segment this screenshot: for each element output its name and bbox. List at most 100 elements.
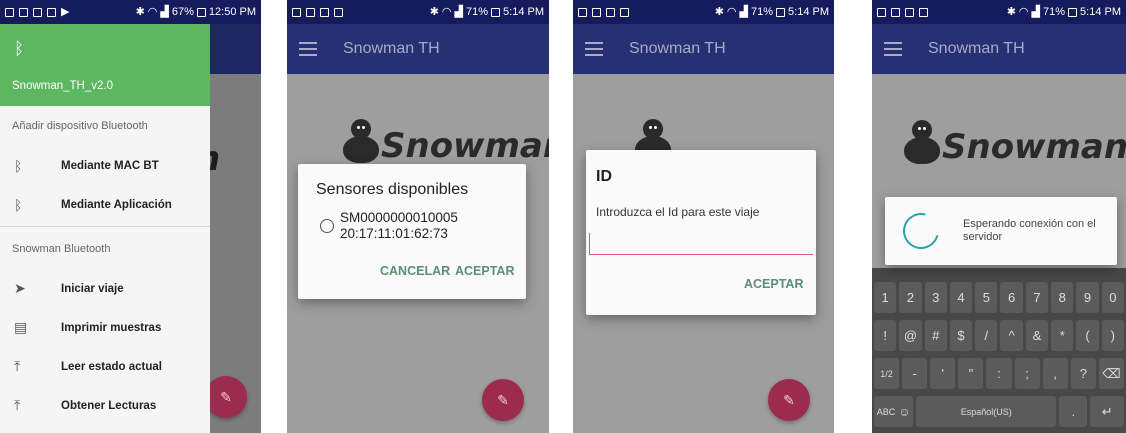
backspace-icon[interactable]: ⌫ — [1098, 358, 1124, 389]
menu-icon[interactable] — [585, 42, 603, 56]
key[interactable]: 2 — [899, 282, 922, 313]
drawer-item-app[interactable]: ᛒ Mediante Aplicación — [0, 185, 210, 224]
status-bar: ▶ ✱ ◠ ▟ 67% 12:50 PM — [0, 0, 261, 24]
sensor-option[interactable]: SM0000000010005 20:17:11:01:62:73 — [320, 210, 458, 242]
drawer-item-label: Obtener Lecturas — [61, 399, 157, 412]
key-abc[interactable]: ABC ☺ — [874, 396, 914, 427]
battery-icon — [196, 7, 206, 17]
screen-sensor-dialog: ✱ ◠ ▟ 71% 5:14 PM Snowman TH Snowman ✎ S… — [287, 0, 549, 433]
drawer-header: ᛒ Snowman_TH_v2.0 — [0, 24, 210, 106]
keyboard: 1 2 3 4 5 6 7 8 9 0 ! @ # $ / ^ & * ( ) … — [872, 268, 1126, 433]
app-bar: Snowman TH — [872, 24, 1126, 74]
wrench-icon: ✎ — [783, 391, 795, 408]
key[interactable]: @ — [899, 320, 922, 351]
key[interactable]: ( — [1076, 320, 1099, 351]
fab-button[interactable]: ✎ — [768, 379, 810, 421]
key[interactable]: ) — [1101, 320, 1124, 351]
trip-id-input[interactable] — [589, 233, 813, 255]
menu-icon[interactable] — [884, 42, 902, 56]
notification-icon — [19, 7, 28, 17]
dialog-title: Sensores disponibles — [316, 181, 469, 198]
drawer-item-label: Mediante Aplicación — [61, 198, 172, 211]
accept-button[interactable]: ACEPTAR — [455, 264, 515, 278]
key[interactable]: , — [1042, 358, 1068, 389]
snowman-icon — [904, 120, 940, 164]
play-icon: ▶ — [61, 5, 70, 18]
sensors-dialog: Sensores disponibles SM0000000010005 20:… — [298, 164, 526, 299]
progress-message: Esperando conexión con el servidor — [963, 218, 1096, 243]
key[interactable]: ^ — [1000, 320, 1023, 351]
image-icon — [620, 7, 629, 17]
menu-icon[interactable] — [299, 42, 317, 56]
fab-button[interactable]: ✎ — [482, 379, 524, 421]
key[interactable]: $ — [949, 320, 973, 351]
battery-icon — [1068, 7, 1078, 17]
drawer-item-read-state[interactable]: ⤒ Leer estado actual — [0, 347, 210, 386]
screen-id-dialog: ✱ ◠ ▟ 71% 5:14 PM Snowman TH ✎ ID Introd… — [573, 0, 834, 433]
logo-text: Snowman — [942, 127, 1126, 167]
wifi-icon: ◠ — [1018, 5, 1029, 18]
key[interactable]: / — [975, 320, 998, 351]
enter-icon[interactable]: ↵ — [1090, 396, 1124, 427]
battery-icon — [776, 7, 786, 17]
key[interactable]: 0 — [1101, 282, 1124, 313]
battery-icon — [491, 7, 501, 17]
battery-level: 71% — [1043, 6, 1066, 18]
notification-icon — [292, 7, 301, 17]
key[interactable]: 5 — [975, 282, 998, 313]
radio-button[interactable] — [320, 219, 334, 233]
key-page[interactable]: 1/2 — [874, 358, 900, 389]
key[interactable]: 9 — [1076, 282, 1099, 313]
key[interactable]: & — [1025, 320, 1049, 351]
accept-button[interactable]: ACEPTAR — [744, 277, 804, 291]
drawer-item-label: Leer estado actual — [61, 360, 162, 373]
status-bar: ✱ ◠ ▟ 71% 5:14 PM — [573, 0, 834, 24]
key[interactable]: " — [958, 358, 984, 389]
bluetooth-icon: ✱ — [714, 5, 724, 18]
key[interactable]: : — [986, 358, 1012, 389]
keyboard-row-4: ABC ☺ Español(US) . ↵ — [874, 396, 1124, 427]
key[interactable]: 7 — [1025, 282, 1049, 313]
key[interactable]: ; — [1014, 358, 1040, 389]
image-icon — [320, 7, 329, 17]
dialog-message: Introduzca el Id para este viaje — [596, 205, 760, 219]
key[interactable]: 4 — [949, 282, 973, 313]
key[interactable]: # — [924, 320, 947, 351]
wifi-icon: ◠ — [441, 5, 452, 18]
key[interactable]: 6 — [1000, 282, 1023, 313]
logo: Snowman — [904, 120, 1126, 164]
cancel-button[interactable]: CANCELAR — [380, 264, 450, 278]
app-bar: Snowman TH — [573, 24, 834, 74]
signal-icon: ▟ — [1031, 5, 1040, 18]
id-dialog: ID Introduzca el Id para este viaje ACEP… — [586, 150, 816, 315]
key[interactable]: ' — [930, 358, 956, 389]
drawer-item-mac-bt[interactable]: ᛒ Mediante MAC BT — [0, 146, 210, 185]
battery-level: 71% — [751, 6, 774, 18]
notification-icon — [578, 7, 587, 17]
drawer-item-print[interactable]: ▤ Imprimir muestras — [0, 308, 210, 347]
key-dot[interactable]: . — [1059, 396, 1088, 427]
drawer-item-get-readings[interactable]: ⤒ Obtener Lecturas — [0, 386, 210, 425]
key-abc-label: ABC — [876, 406, 896, 417]
app-title: Snowman TH — [629, 40, 726, 57]
image-icon — [606, 7, 615, 17]
image-icon — [905, 7, 914, 17]
fab-button[interactable]: ✎ — [205, 376, 247, 418]
key[interactable]: 3 — [924, 282, 947, 313]
wrench-icon: ✎ — [497, 391, 509, 408]
sensor-id: SM0000000010005 — [340, 210, 458, 225]
clock: 5:14 PM — [788, 6, 829, 18]
key[interactable]: ! — [874, 320, 897, 351]
space-key[interactable]: Español(US) — [916, 396, 1057, 427]
battery-level: 67% — [171, 6, 194, 18]
key[interactable]: ? — [1070, 358, 1096, 389]
bluetooth-icon: ✱ — [1006, 5, 1016, 18]
drawer-scrim[interactable]: n ✎ — [196, 24, 261, 433]
drawer-item-label: Imprimir muestras — [61, 321, 162, 334]
drawer-item-start-trip[interactable]: ➤ Iniciar viaje — [0, 269, 210, 308]
key[interactable]: - — [902, 358, 928, 389]
key[interactable]: * — [1051, 320, 1074, 351]
nav-drawer: ᛒ Snowman_TH_v2.0 Añadir dispositivo Blu… — [0, 24, 210, 433]
key[interactable]: 8 — [1051, 282, 1074, 313]
key[interactable]: 1 — [874, 282, 897, 313]
